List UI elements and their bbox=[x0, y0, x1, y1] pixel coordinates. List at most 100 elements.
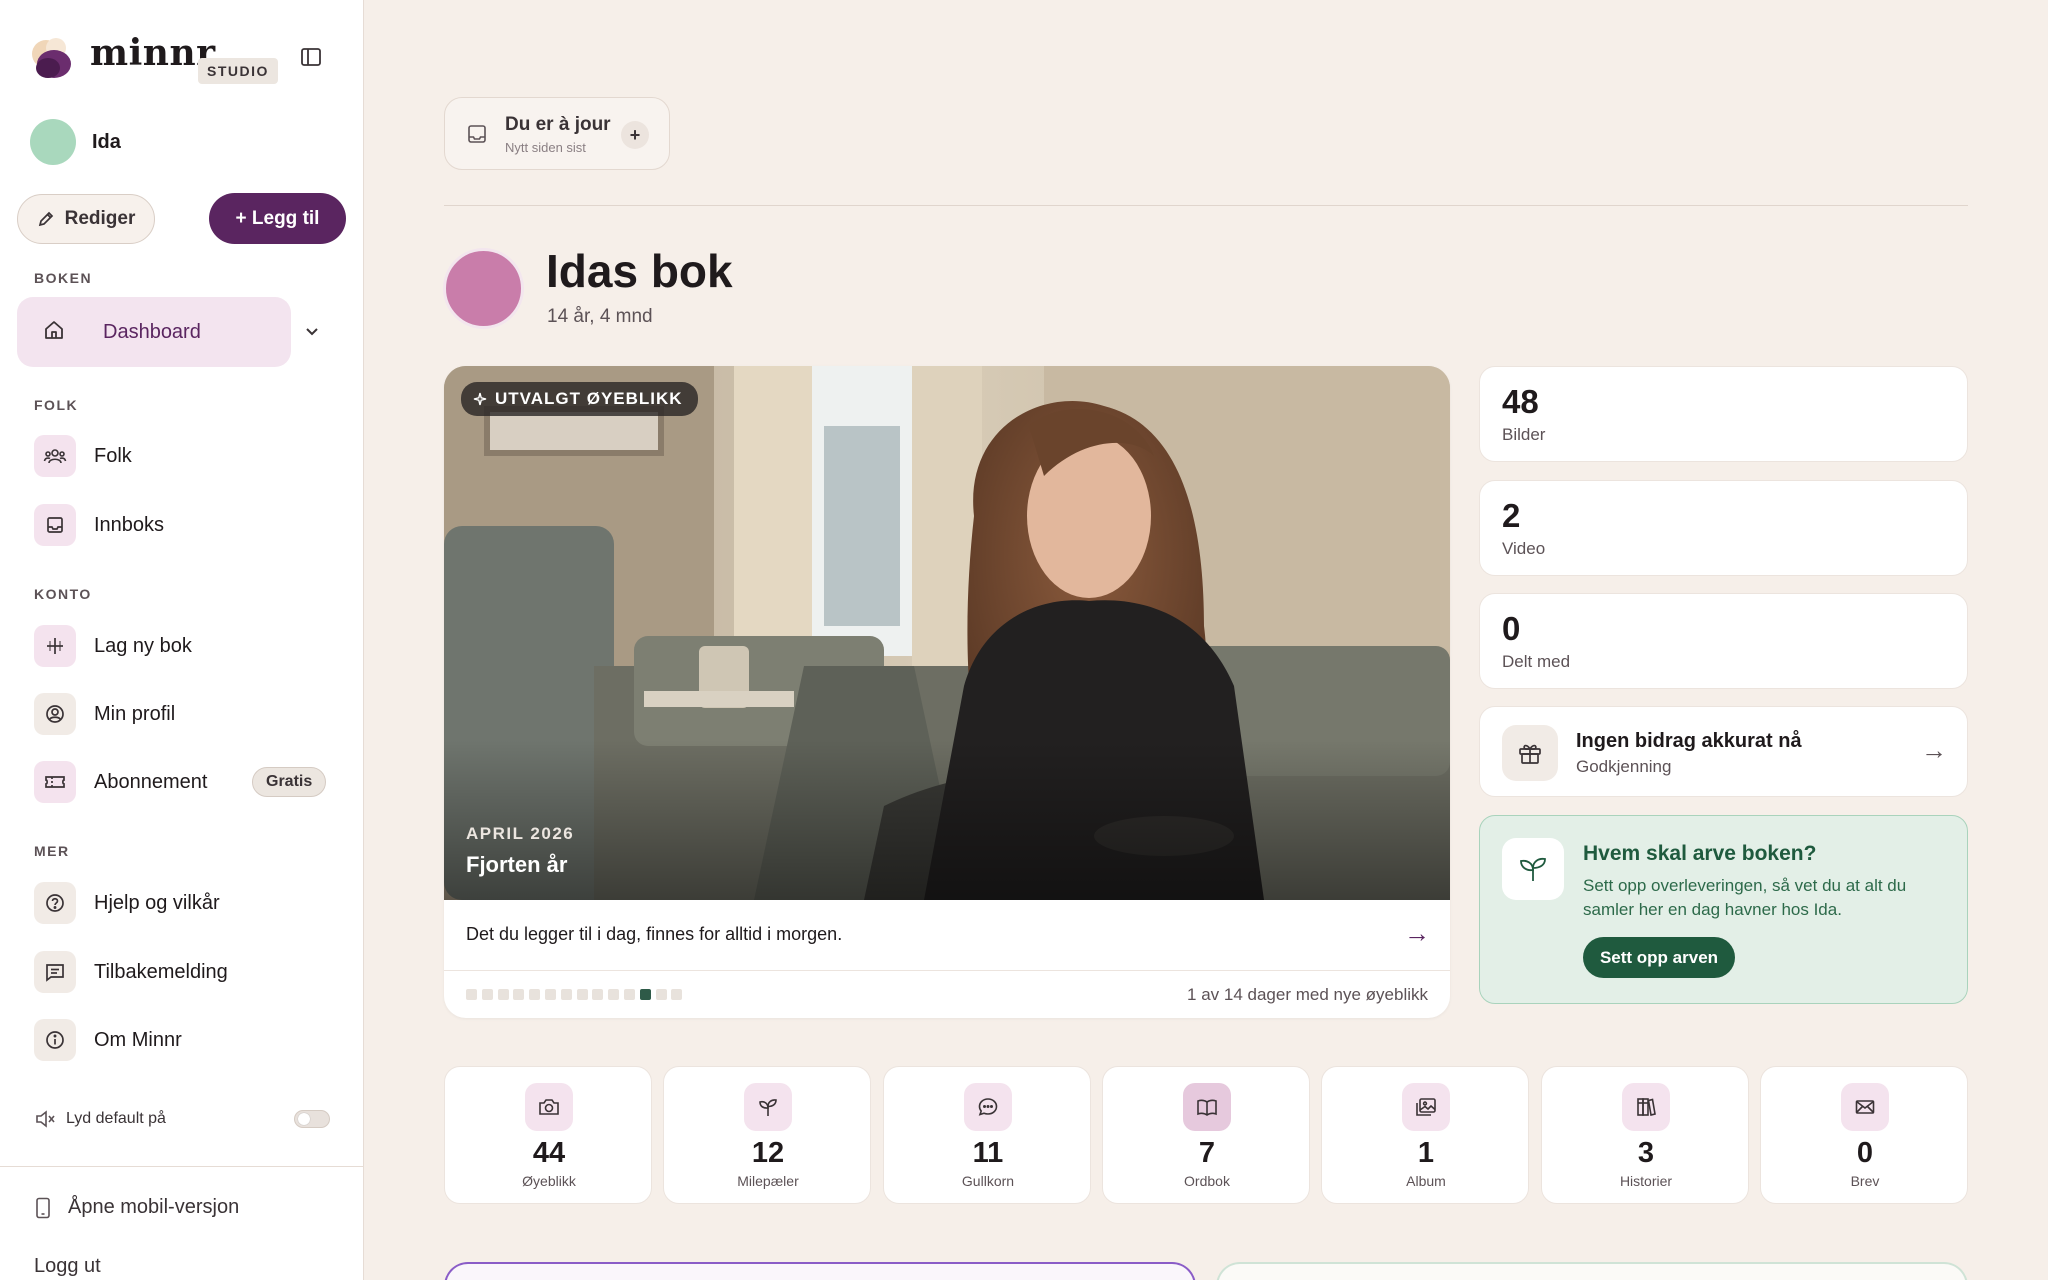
ticket-icon bbox=[34, 761, 76, 803]
carousel-dot[interactable] bbox=[576, 989, 588, 1000]
category-card-moments[interactable]: 44 Øyeblikk bbox=[444, 1066, 652, 1204]
plus-icon: + bbox=[621, 121, 649, 149]
updates-title: Du er à jour bbox=[505, 114, 611, 135]
carousel-dot[interactable] bbox=[671, 989, 683, 1000]
category-card-dictionary[interactable]: 7 Ordbok bbox=[1102, 1066, 1310, 1204]
stat-card-shared[interactable]: 0 Delt med bbox=[1479, 593, 1968, 689]
inheritance-title: Hvem skal arve boken? bbox=[1583, 842, 1817, 865]
featured-date: APRIL 2026 bbox=[466, 824, 575, 843]
sidebar-item-new-book[interactable]: Lag ny bok bbox=[34, 624, 334, 668]
inbox-icon bbox=[468, 125, 486, 143]
sidebar-item-help[interactable]: Hjelp og vilkår bbox=[34, 881, 334, 925]
sidebar-toggle-icon[interactable] bbox=[296, 42, 326, 72]
info-icon bbox=[34, 1019, 76, 1061]
page-title: Idas bok bbox=[546, 245, 733, 297]
featured-caption: Fjorten år bbox=[466, 852, 568, 877]
featured-photo[interactable]: UTVALGT ØYEBLIKK APRIL 2026 Fjorten år bbox=[444, 366, 1450, 900]
home-icon bbox=[43, 319, 103, 346]
category-label: Historier bbox=[1619, 1173, 1673, 1189]
carousel-dot[interactable] bbox=[623, 989, 635, 1000]
sidebar-item-label: Min profil bbox=[94, 702, 176, 725]
carousel-dot[interactable] bbox=[544, 989, 556, 1000]
setup-inheritance-button[interactable]: Sett opp arven bbox=[1583, 937, 1735, 978]
carousel-dot[interactable] bbox=[481, 989, 493, 1000]
user-switcher[interactable]: Ida bbox=[30, 118, 121, 166]
carousel-dots[interactable] bbox=[466, 989, 687, 1000]
category-card-letters[interactable]: 0 Brev bbox=[1760, 1066, 1968, 1204]
phone-icon bbox=[36, 1197, 50, 1218]
category-card-milestones[interactable]: 12 Milepæler bbox=[663, 1066, 871, 1204]
sidebar-item-label: Tilbakemelding bbox=[94, 960, 228, 983]
category-label: Milepæler bbox=[737, 1173, 799, 1189]
contributions-subtitle: Godkjenning bbox=[1576, 757, 1672, 776]
photo-album-icon bbox=[1402, 1083, 1450, 1131]
carousel-dot[interactable] bbox=[592, 989, 604, 1000]
contributions-title: Ingen bidrag akkurat nå bbox=[1576, 730, 1802, 752]
carousel-dot[interactable] bbox=[560, 989, 572, 1000]
featured-quote: Det du legger til i dag, finnes for allt… bbox=[466, 924, 843, 944]
logo[interactable]: minnr STUDIO bbox=[26, 32, 338, 88]
people-icon bbox=[34, 435, 76, 477]
carousel-dot[interactable] bbox=[466, 989, 477, 1000]
carousel-dot[interactable] bbox=[655, 989, 667, 1000]
bottom-card-right[interactable] bbox=[1216, 1262, 1968, 1280]
pencil-icon bbox=[38, 211, 53, 227]
sound-toggle[interactable] bbox=[294, 1110, 330, 1128]
category-card-gems[interactable]: 11 Gullkorn bbox=[883, 1066, 1091, 1204]
logout-link[interactable]: Logg ut bbox=[34, 1255, 101, 1278]
edit-button-label: Rediger bbox=[64, 208, 136, 229]
sidebar-item-label: Innboks bbox=[94, 513, 165, 536]
sidebar-item-label: Hjelp og vilkår bbox=[94, 891, 220, 914]
bottom-card-left[interactable] bbox=[444, 1262, 1196, 1280]
open-mobile-label: Åpne mobil-versjon bbox=[68, 1196, 240, 1218]
stat-card-photos[interactable]: 48 Bilder bbox=[1479, 366, 1968, 462]
grid-plus-icon bbox=[34, 625, 76, 667]
sidebar-item-label: Om Minnr bbox=[94, 1028, 182, 1051]
sidebar-item-profile[interactable]: Min profil bbox=[34, 692, 334, 736]
gift-icon bbox=[1502, 725, 1558, 781]
arrow-right-icon[interactable]: → bbox=[1404, 918, 1430, 949]
sidebar-item-dashboard[interactable]: Dashboard bbox=[17, 297, 291, 367]
divider bbox=[444, 205, 1968, 206]
carousel-dot[interactable] bbox=[497, 989, 509, 1000]
category-value: 12 bbox=[751, 1137, 785, 1169]
sidebar-item-subscription[interactable]: Abonnement Gratis bbox=[34, 760, 334, 804]
sidebar-item-feedback[interactable]: Tilbakemelding bbox=[34, 950, 334, 994]
category-value: 3 bbox=[1637, 1137, 1655, 1169]
sidebar-item-label: Folk bbox=[94, 444, 132, 467]
sidebar: minnr STUDIO Ida Rediger + Legg til BOKE… bbox=[0, 0, 364, 1280]
carousel-dot[interactable] bbox=[529, 989, 541, 1000]
featured-tag: UTVALGT ØYEBLIKK bbox=[461, 382, 698, 416]
sprout-icon bbox=[1502, 838, 1564, 900]
edit-button[interactable]: Rediger bbox=[17, 194, 155, 244]
featured-progress: 1 av 14 dager med nye øyeblikk bbox=[1187, 985, 1428, 1004]
updates-button[interactable]: Du er à jour Nytt siden sist + bbox=[444, 97, 670, 170]
carousel-dot[interactable] bbox=[639, 989, 651, 1000]
sidebar-item-about[interactable]: Om Minnr bbox=[34, 1018, 334, 1062]
stat-value: 2 bbox=[1502, 497, 1521, 534]
sidebar-item-people[interactable]: Folk bbox=[34, 434, 334, 478]
category-value: 1 bbox=[1417, 1137, 1435, 1169]
open-mobile-link[interactable]: Åpne mobil-versjon bbox=[34, 1196, 239, 1219]
category-label: Album bbox=[1406, 1173, 1446, 1189]
chevron-down-icon[interactable] bbox=[302, 322, 322, 342]
updates-subtitle: Nytt siden sist bbox=[505, 140, 586, 155]
sparkle-icon bbox=[473, 392, 487, 406]
category-card-album[interactable]: 1 Album bbox=[1321, 1066, 1529, 1204]
stat-card-videos[interactable]: 2 Video bbox=[1479, 480, 1968, 576]
message-icon bbox=[34, 951, 76, 993]
sidebar-item-inbox[interactable]: Innboks bbox=[34, 503, 334, 547]
add-button[interactable]: + Legg til bbox=[209, 193, 346, 244]
envelope-icon bbox=[1841, 1083, 1889, 1131]
category-card-stories[interactable]: 3 Historier bbox=[1541, 1066, 1749, 1204]
featured-moment-card[interactable]: UTVALGT ØYEBLIKK APRIL 2026 Fjorten år D… bbox=[444, 366, 1450, 1018]
book-avatar[interactable] bbox=[443, 248, 524, 329]
section-label-book: BOKEN bbox=[34, 270, 93, 286]
camera-icon bbox=[525, 1083, 573, 1131]
carousel-dot[interactable] bbox=[608, 989, 620, 1000]
stat-label: Bilder bbox=[1502, 425, 1546, 444]
contributions-card[interactable]: Ingen bidrag akkurat nå Godkjenning → bbox=[1479, 706, 1968, 797]
carousel-dot[interactable] bbox=[513, 989, 525, 1000]
category-value: 0 bbox=[1856, 1137, 1874, 1169]
category-value: 7 bbox=[1198, 1137, 1216, 1169]
